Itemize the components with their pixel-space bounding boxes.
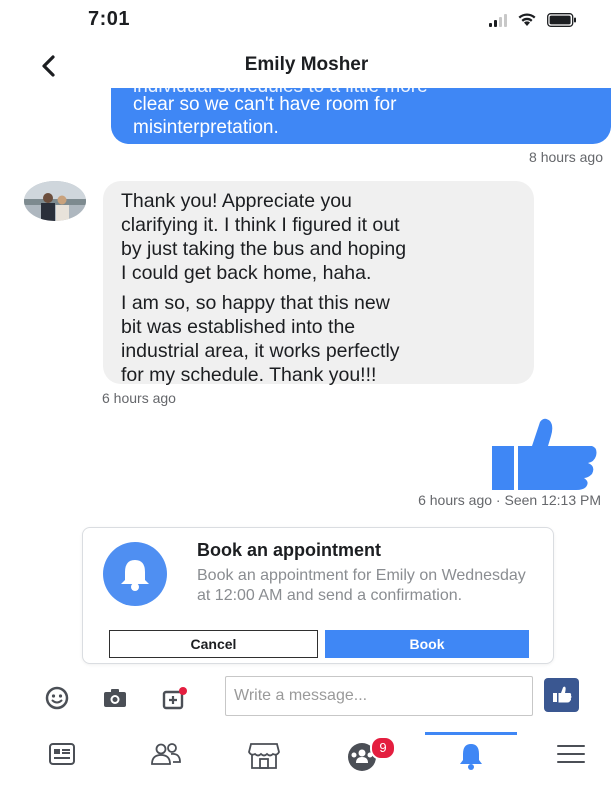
signal-icon — [489, 13, 507, 27]
thumbs-up-icon — [553, 686, 572, 703]
tab-groups[interactable]: 9 — [322, 732, 402, 782]
appointment-title: Book an appointment — [197, 540, 381, 560]
smiley-icon[interactable] — [43, 684, 71, 712]
seen-timestamp: 6 hours ago · Seen 12:13 PM — [418, 492, 601, 508]
message-text: I am so, so happy that this new bit was … — [121, 292, 400, 386]
notification-badge: 9 — [370, 736, 396, 760]
camera-icon[interactable] — [101, 684, 129, 712]
status-bar: 7:01 — [0, 0, 613, 40]
message-input[interactable] — [225, 676, 533, 716]
bell-icon — [103, 542, 167, 606]
message-timestamp: 8 hours ago — [529, 149, 603, 165]
bell-icon — [460, 744, 482, 770]
friends-icon — [151, 743, 181, 765]
sent-message-bubble[interactable]: individual schedules to a little more cl… — [111, 88, 611, 144]
status-time: 7:01 — [88, 8, 131, 30]
book-button[interactable]: Book — [325, 630, 529, 658]
wifi-icon — [517, 12, 537, 27]
tab-menu[interactable] — [531, 732, 611, 782]
received-message-bubble[interactable]: Thank you! Appreciate you clarifying it.… — [103, 181, 534, 386]
message-text: Thank you! Appreciate you clarifying it.… — [121, 190, 407, 284]
status-icons — [489, 12, 577, 27]
message-composer — [0, 670, 613, 726]
message-text-line: clear so we can't have room for — [133, 94, 397, 115]
conversation-header: Emily Mosher — [0, 46, 613, 86]
tab-bar: 9 — [0, 732, 613, 795]
avatar[interactable] — [24, 181, 86, 221]
menu-icon — [557, 745, 585, 763]
battery-icon — [547, 12, 577, 27]
sent-like-sticker[interactable] — [488, 418, 598, 490]
tab-friends[interactable] — [126, 732, 206, 782]
appointment-card: Book an appointment Book an appointment … — [82, 527, 554, 664]
message-text-line: misinterpretation. — [133, 117, 279, 138]
contact-name: Emily Mosher — [244, 54, 369, 75]
message-timestamp: 6 hours ago — [102, 390, 176, 406]
appointment-description: Book an appointment for Emily on Wednesd… — [197, 567, 526, 604]
tab-marketplace[interactable] — [224, 732, 304, 782]
send-like-button[interactable] — [544, 678, 579, 712]
news-feed-icon — [49, 743, 75, 765]
tab-news-feed[interactable] — [22, 732, 102, 782]
marketplace-icon — [248, 743, 280, 769]
thumbs-up-icon — [492, 418, 597, 490]
tab-notifications[interactable] — [431, 732, 511, 782]
cancel-button[interactable]: Cancel — [109, 630, 318, 658]
gallery-icon[interactable] — [160, 684, 188, 712]
